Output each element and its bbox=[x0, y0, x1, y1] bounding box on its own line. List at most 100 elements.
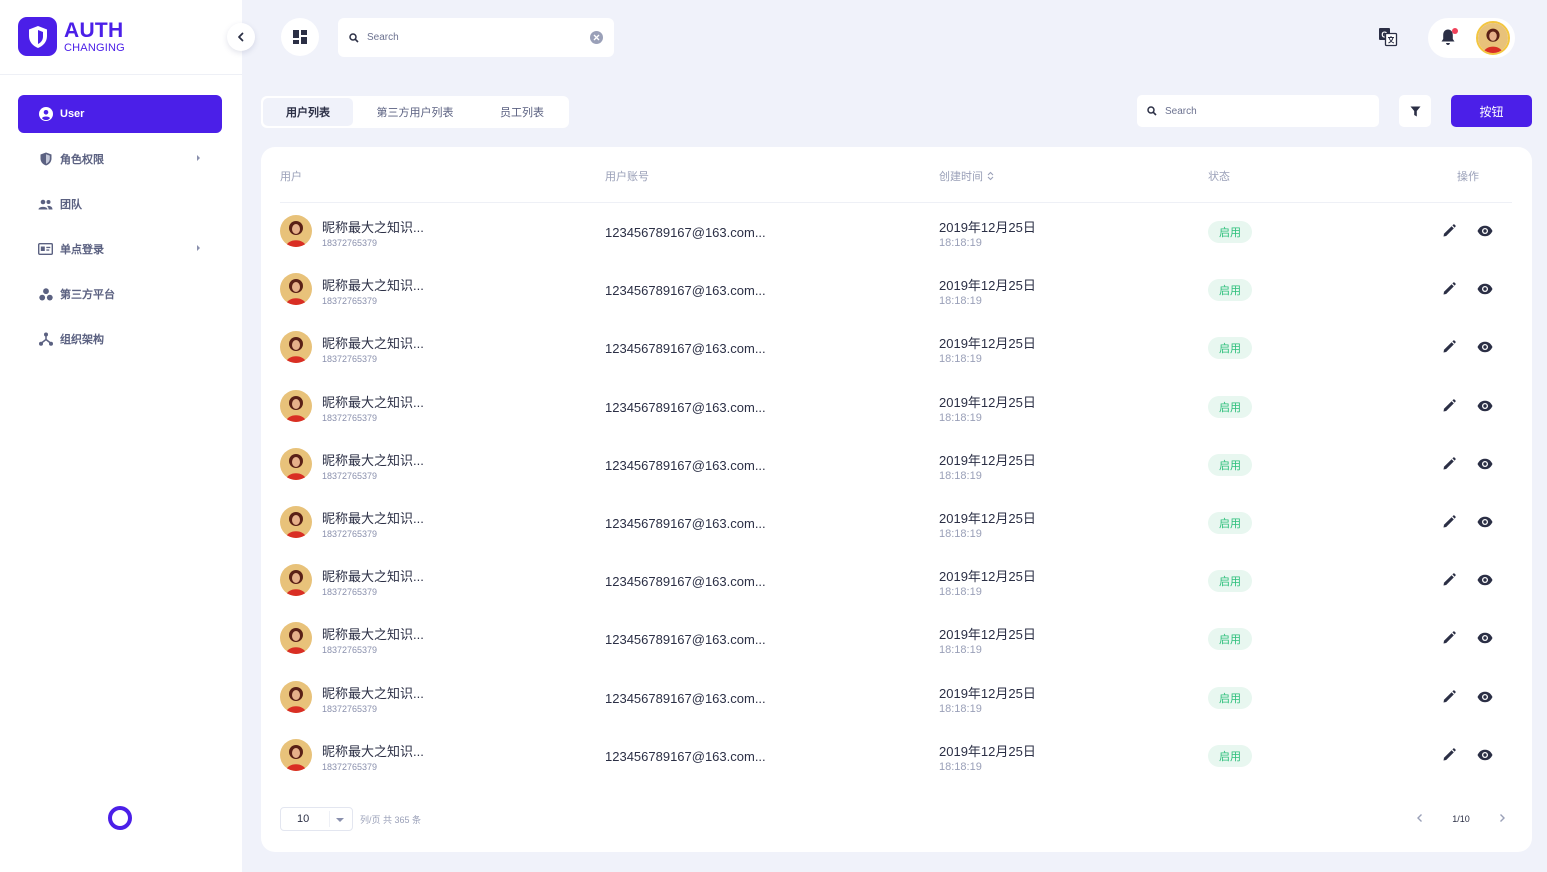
status-badge: 启用 bbox=[1208, 744, 1252, 767]
user-account: 123456789167@163.com... bbox=[605, 225, 766, 240]
edit-icon[interactable] bbox=[1442, 224, 1457, 239]
created-time: 18:18:19 bbox=[939, 295, 982, 308]
edit-icon[interactable] bbox=[1442, 747, 1457, 763]
edit-icon[interactable] bbox=[1442, 689, 1457, 705]
tab-third-party-users[interactable]: 第三方用户列表 bbox=[353, 98, 477, 126]
bubbles-icon bbox=[38, 287, 53, 302]
status-badge: 启用 bbox=[1208, 628, 1252, 651]
pagination-info: 列/页 共 365 条 bbox=[360, 814, 422, 825]
next-page-button[interactable] bbox=[1498, 813, 1506, 825]
column-header-user: 用户 bbox=[280, 171, 302, 183]
eye-icon[interactable] bbox=[1477, 515, 1494, 530]
eye-icon[interactable] bbox=[1477, 690, 1494, 705]
eye-icon[interactable] bbox=[1477, 224, 1494, 239]
translate-icon[interactable]: G bbox=[1378, 27, 1398, 47]
user-name: 昵称最大之知识... bbox=[322, 627, 424, 643]
table-row: 昵称最大之知识... 18372765379 123456789167@163.co… bbox=[280, 669, 1512, 727]
table-row: 昵称最大之知识... 18372765379 123456789167@163.co… bbox=[280, 319, 1512, 377]
avatar[interactable] bbox=[1476, 21, 1510, 55]
page-size-control: 10 列/页 共 365 条 bbox=[280, 807, 421, 831]
tab-user-list[interactable]: 用户列表 bbox=[263, 98, 353, 126]
eye-icon[interactable] bbox=[1477, 340, 1494, 355]
chevron-right-icon bbox=[197, 245, 200, 251]
user-account: 123456789167@163.com... bbox=[605, 457, 766, 473]
edit-icon[interactable] bbox=[1442, 515, 1457, 530]
created-date: 2019年12月25日 bbox=[939, 278, 1036, 294]
sidebar-nav: User 角色权限 团队 单点登录 第三方平台 组织架构 bbox=[18, 95, 222, 365]
eye-icon[interactable] bbox=[1477, 399, 1494, 414]
table-row: 昵称最大之知识... 18372765379 123456789167@163.co… bbox=[280, 552, 1512, 610]
status-badge: 启用 bbox=[1208, 337, 1252, 360]
user-tabs: 用户列表 第三方用户列表 员工列表 bbox=[261, 96, 569, 128]
sidebar-item-team[interactable]: 团队 bbox=[18, 185, 222, 223]
clear-icon[interactable] bbox=[590, 31, 603, 44]
avatar bbox=[280, 564, 312, 597]
table-search[interactable] bbox=[1137, 95, 1379, 127]
edit-icon[interactable] bbox=[1442, 340, 1457, 355]
edit-icon[interactable] bbox=[1442, 631, 1457, 646]
eye-icon[interactable] bbox=[1477, 457, 1494, 472]
filter-button[interactable] bbox=[1399, 95, 1431, 127]
page-indicator: 1/10 bbox=[1452, 814, 1470, 824]
created-date: 2019年12月25日 bbox=[939, 452, 1036, 468]
sidebar-item-sso[interactable]: 单点登录 bbox=[18, 230, 222, 268]
created-time: 18:18:19 bbox=[939, 411, 982, 424]
eye-icon[interactable] bbox=[1477, 573, 1494, 588]
user-phone: 18372765379 bbox=[322, 528, 378, 539]
eye-icon[interactable] bbox=[1477, 748, 1494, 763]
status-badge: 启用 bbox=[1208, 686, 1252, 709]
table-search-input[interactable] bbox=[1165, 105, 1365, 117]
edit-icon[interactable] bbox=[1442, 398, 1457, 414]
user-menu[interactable] bbox=[1428, 18, 1515, 58]
sidebar-item-user[interactable]: User bbox=[18, 95, 222, 133]
user-name: 昵称最大之知识... bbox=[322, 569, 424, 585]
avatar bbox=[280, 273, 312, 306]
created-date: 2019年12月25日 bbox=[939, 685, 1036, 701]
user-name: 昵称最大之知识... bbox=[322, 743, 424, 759]
chevron-right-icon bbox=[197, 155, 200, 161]
sidebar-item-third-party[interactable]: 第三方平台 bbox=[18, 275, 222, 313]
apps-grid-button[interactable] bbox=[281, 18, 319, 56]
user-account: 123456789167@163.com... bbox=[605, 283, 766, 299]
sidebar-item-label: 第三方平台 bbox=[60, 289, 115, 301]
chevron-left-icon bbox=[238, 32, 244, 42]
page-size-select[interactable]: 10 bbox=[280, 807, 353, 831]
user-phone: 18372765379 bbox=[322, 412, 378, 423]
global-search-input[interactable] bbox=[367, 32, 567, 43]
eye-icon[interactable] bbox=[1477, 631, 1494, 646]
primary-action-button[interactable]: 按钮 bbox=[1451, 95, 1532, 127]
notification-dot bbox=[1452, 28, 1458, 34]
user-name: 昵称最大之知识... bbox=[322, 452, 424, 468]
created-time: 18:18:19 bbox=[939, 527, 982, 540]
sidebar-item-org[interactable]: 组织架构 bbox=[18, 320, 222, 358]
tab-employee-list[interactable]: 员工列表 bbox=[477, 98, 567, 126]
created-time: 18:18:19 bbox=[939, 469, 982, 482]
status-badge: 启用 bbox=[1208, 453, 1252, 476]
filter-icon bbox=[1410, 106, 1420, 116]
prev-page-button[interactable] bbox=[1416, 813, 1424, 825]
pagination: 1/10 bbox=[1416, 809, 1506, 829]
global-search[interactable] bbox=[338, 18, 614, 57]
created-date: 2019年12月25日 bbox=[939, 220, 1036, 235]
user-phone: 18372765379 bbox=[322, 645, 378, 656]
brand-subtitle: CHANGING bbox=[64, 41, 125, 54]
column-header-created[interactable]: 创建时间 bbox=[939, 168, 994, 184]
search-icon bbox=[1147, 106, 1157, 116]
user-name: 昵称最大之知识... bbox=[322, 394, 424, 410]
edit-icon[interactable] bbox=[1442, 282, 1457, 297]
user-circle-icon bbox=[38, 107, 53, 122]
edit-icon[interactable] bbox=[1442, 457, 1457, 472]
brand-logo[interactable]: AUTH CHANGING bbox=[18, 17, 125, 56]
user-account: 123456789167@163.com... bbox=[605, 748, 766, 764]
user-account: 123456789167@163.com... bbox=[605, 341, 766, 357]
status-badge: 启用 bbox=[1208, 511, 1252, 534]
edit-icon[interactable] bbox=[1442, 573, 1457, 588]
sidebar-item-roles[interactable]: 角色权限 bbox=[18, 140, 222, 178]
table-row: 昵称最大之知识... 18372765379 123456789167@163.co… bbox=[280, 203, 1512, 261]
sort-icon[interactable] bbox=[987, 171, 994, 184]
user-name: 昵称最大之知识... bbox=[322, 685, 424, 701]
sidebar-collapse-button[interactable] bbox=[227, 23, 255, 51]
table-row: 昵称最大之知识... 18372765379 123456789167@163.co… bbox=[280, 378, 1512, 436]
eye-icon[interactable] bbox=[1477, 282, 1494, 297]
org-chart-icon bbox=[38, 332, 53, 347]
